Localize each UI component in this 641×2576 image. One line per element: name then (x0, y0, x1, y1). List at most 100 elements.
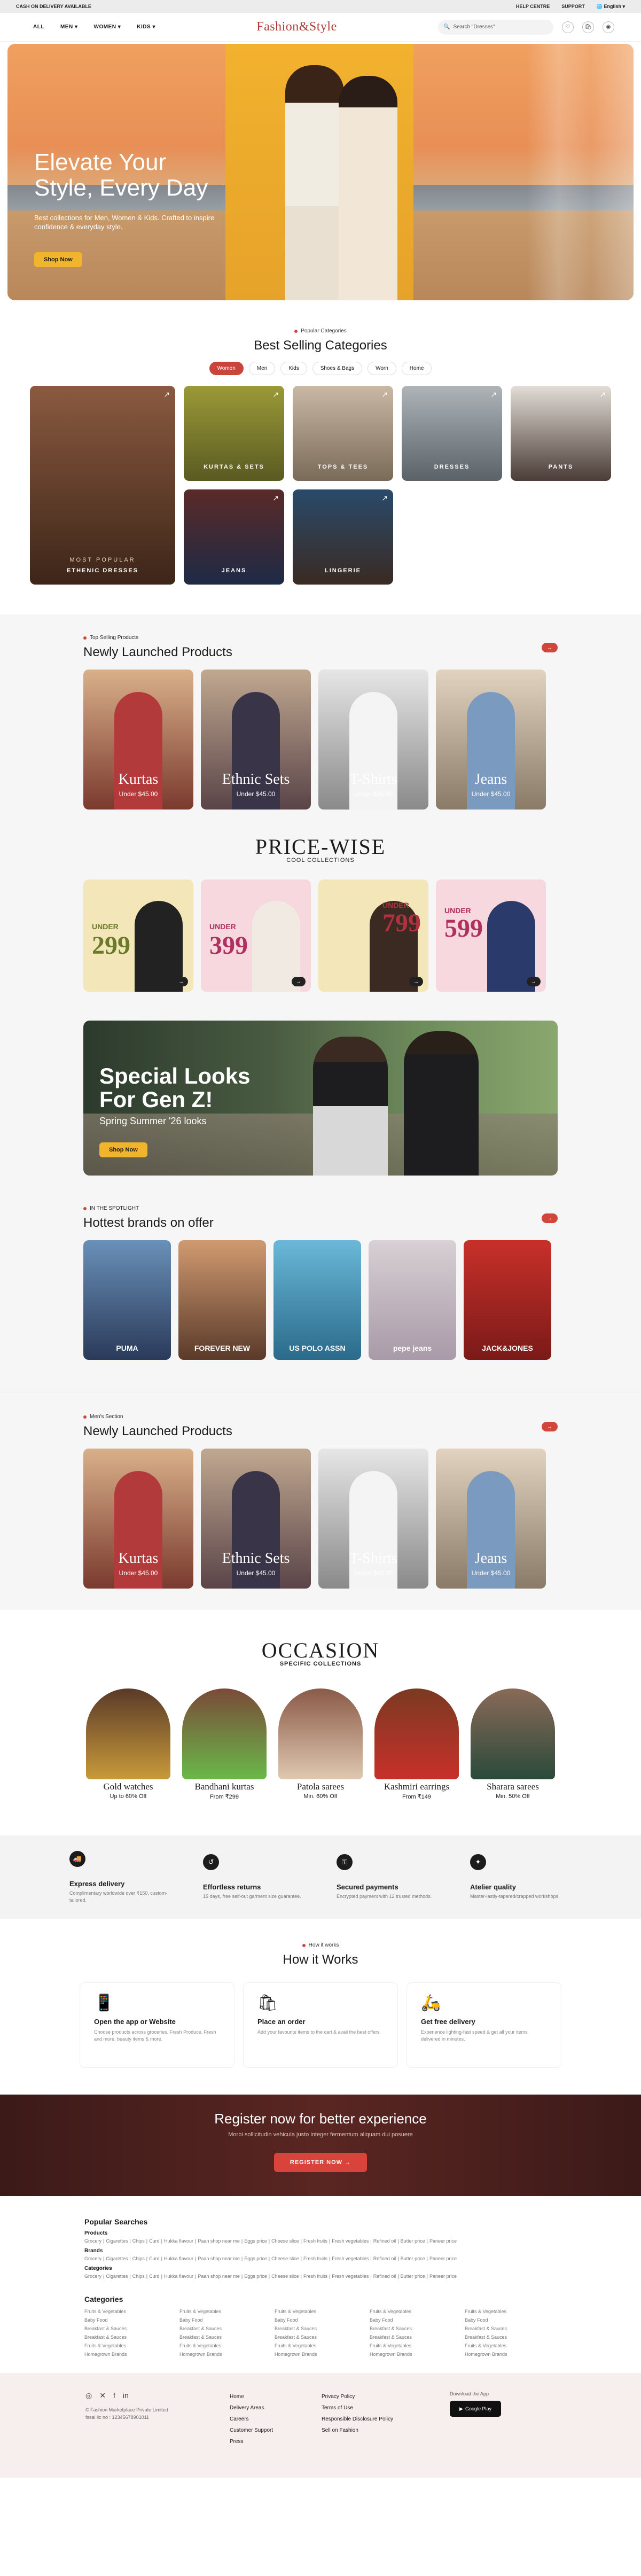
search-link[interactable]: Butter price (401, 2256, 425, 2261)
category-link[interactable]: Breakfast & Sauces (465, 2326, 560, 2331)
occasion-card[interactable]: Kashmiri earrings From ₹149 (374, 1688, 459, 1800)
category-link[interactable]: Breakfast & Sauces (179, 2334, 275, 2340)
search-link[interactable]: Curd (149, 2256, 160, 2261)
tab-men[interactable]: Men (248, 362, 276, 375)
search-link[interactable]: Fresh fruits (303, 2256, 327, 2261)
category-link[interactable]: Homegrown Brands (275, 2352, 370, 2357)
search-link[interactable]: Cheese slice (271, 2256, 299, 2261)
category-link[interactable]: Fruits & Vegetables (465, 2343, 560, 2348)
product-card[interactable]: T-Shirts Under $45.00 (318, 1449, 428, 1589)
category-link[interactable]: Fruits & Vegetables (370, 2343, 465, 2348)
tab-home[interactable]: Home (401, 362, 432, 375)
footer-link[interactable]: Sell on Fashion (322, 2425, 450, 2436)
category-link[interactable]: Baby Food (370, 2317, 465, 2323)
price-card[interactable]: UNDER 799 → (318, 880, 428, 992)
category-card[interactable]: ↗ KURTAS & SETS (184, 386, 284, 481)
search-link[interactable]: Hukka flavour (164, 2256, 193, 2261)
google-play-button[interactable]: ▶ Google Play (450, 2401, 501, 2417)
register-now-button[interactable]: REGISTER NOW → (273, 2153, 368, 2172)
search-link[interactable]: Fresh vegetables (332, 2256, 369, 2261)
footer-link[interactable]: Delivery Areas (230, 2402, 322, 2414)
product-card[interactable]: T-Shirts Under $45.00 (318, 670, 428, 810)
category-link[interactable]: Fruits & Vegetables (179, 2309, 275, 2314)
next-arrow-button[interactable]: → (542, 643, 558, 652)
category-link[interactable]: Homegrown Brands (465, 2352, 560, 2357)
footer-link[interactable]: Home (230, 2391, 322, 2402)
category-link[interactable]: Fruits & Vegetables (84, 2343, 179, 2348)
category-link[interactable]: Fruits & Vegetables (370, 2309, 465, 2314)
category-card[interactable]: ↗ JEANS (184, 489, 284, 585)
search-link[interactable]: Cheese slice (271, 2274, 299, 2279)
facebook-icon[interactable]: f (113, 2391, 115, 2400)
special-banner[interactable]: Special Looks For Gen Z! Spring Summer '2… (83, 1021, 558, 1176)
occasion-card[interactable]: Sharara sarees Min. 50% Off (471, 1688, 555, 1800)
category-card[interactable]: ↗ TOPS & TEES (293, 386, 393, 481)
category-card[interactable]: ↗ DRESSES (402, 386, 502, 481)
support-link[interactable]: SUPPORT (561, 4, 585, 9)
search-link[interactable]: Fresh vegetables (332, 2238, 369, 2244)
category-card[interactable]: ↗ MOST POPULAR ETHENIC DRESSES (30, 386, 175, 585)
product-card[interactable]: Kurtas Under $45.00 (83, 670, 193, 810)
tab-kids[interactable]: Kids (280, 362, 307, 375)
nav-women[interactable]: WOMEN ▾ (94, 24, 121, 30)
search-link[interactable]: Curd (149, 2238, 160, 2244)
help-centre-link[interactable]: HELP CENTRE (516, 4, 550, 9)
category-link[interactable]: Breakfast & Sauces (465, 2334, 560, 2340)
next-arrow-button[interactable]: → (542, 1213, 558, 1223)
category-link[interactable]: Breakfast & Sauces (179, 2326, 275, 2331)
occasion-card[interactable]: Gold watches Up to 60% Off (86, 1688, 170, 1800)
category-link[interactable]: Fruits & Vegetables (84, 2309, 179, 2314)
search-link[interactable]: Paan shop near me (198, 2256, 240, 2261)
hero-shop-now-button[interactable]: Shop Now (34, 252, 82, 267)
search-link[interactable]: Paneer price (429, 2238, 457, 2244)
brand-card[interactable]: JACK&JONES (464, 1240, 551, 1360)
category-link[interactable]: Fruits & Vegetables (275, 2343, 370, 2348)
product-card[interactable]: Kurtas Under $45.00 (83, 1449, 193, 1589)
search-link[interactable]: Chips (132, 2274, 145, 2279)
price-card[interactable]: UNDER 599 → (436, 880, 546, 992)
product-card[interactable]: Ethnic Sets Under $45.00 (201, 1449, 311, 1589)
category-link[interactable]: Baby Food (84, 2317, 179, 2323)
x-icon[interactable]: ✕ (99, 2391, 106, 2400)
search-link[interactable]: Paneer price (429, 2274, 457, 2279)
category-link[interactable]: Fruits & Vegetables (465, 2309, 560, 2314)
language-select[interactable]: 🌐 English ▾ (597, 4, 625, 10)
search-link[interactable]: Cigarettes (106, 2238, 128, 2244)
category-link[interactable]: Homegrown Brands (179, 2352, 275, 2357)
search-link[interactable]: Paan shop near me (198, 2238, 240, 2244)
category-card[interactable]: ↗ PANTS (511, 386, 611, 481)
search-link[interactable]: Butter price (401, 2274, 425, 2279)
footer-link[interactable]: Careers (230, 2414, 322, 2425)
linkedin-icon[interactable]: in (123, 2391, 129, 2400)
cart-icon[interactable]: 🛍 (582, 21, 594, 33)
category-link[interactable]: Breakfast & Sauces (370, 2326, 465, 2331)
tab-women[interactable]: Women (209, 362, 244, 375)
search-input[interactable]: 🔍 Search "Dresses" (438, 19, 553, 35)
search-link[interactable]: Cigarettes (106, 2274, 128, 2279)
brand-card[interactable]: pepe jeans (369, 1240, 456, 1360)
search-link[interactable]: Fresh vegetables (332, 2274, 369, 2279)
search-link[interactable]: Paneer price (429, 2256, 457, 2261)
search-link[interactable]: Butter price (401, 2238, 425, 2244)
instagram-icon[interactable]: ◎ (85, 2391, 92, 2400)
brand-card[interactable]: US POLO ASSN (273, 1240, 361, 1360)
nav-kids[interactable]: KIDS ▾ (137, 24, 155, 30)
footer-link[interactable]: Terms of Use (322, 2402, 450, 2414)
search-link[interactable]: Fresh fruits (303, 2238, 327, 2244)
price-card[interactable]: UNDER 399 → (201, 880, 311, 992)
category-card[interactable]: ↗ LINGERIE (293, 489, 393, 585)
nav-men[interactable]: MEN ▾ (60, 24, 78, 30)
category-link[interactable]: Homegrown Brands (84, 2352, 179, 2357)
tab-worn[interactable]: Worn (368, 362, 396, 375)
nav-all[interactable]: ALL (33, 24, 44, 30)
brand-card[interactable]: PUMA (83, 1240, 171, 1360)
category-link[interactable]: Baby Food (179, 2317, 275, 2323)
category-link[interactable]: Breakfast & Sauces (84, 2326, 179, 2331)
search-link[interactable]: Grocery (84, 2274, 101, 2279)
category-link[interactable]: Fruits & Vegetables (179, 2343, 275, 2348)
site-logo[interactable]: Fashion&Style (256, 20, 337, 34)
search-link[interactable]: Paan shop near me (198, 2274, 240, 2279)
search-link[interactable]: Chips (132, 2256, 145, 2261)
search-link[interactable]: Fresh fruits (303, 2274, 327, 2279)
occasion-card[interactable]: Patola sarees Min. 60% Off (278, 1688, 363, 1800)
